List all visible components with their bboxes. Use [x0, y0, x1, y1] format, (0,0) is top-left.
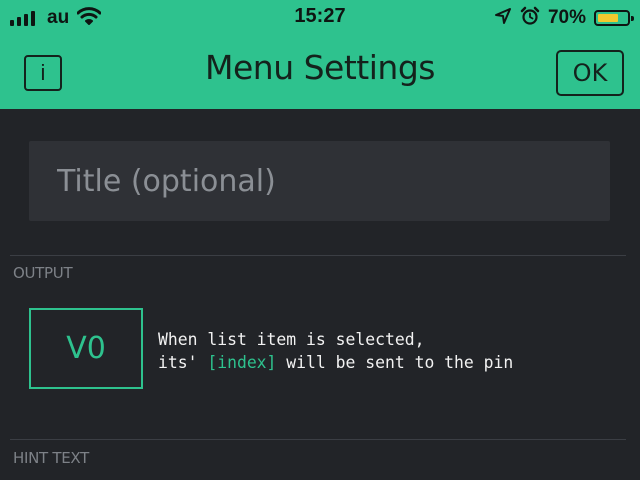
battery-icon	[594, 10, 634, 26]
status-bar: au 15:27 70%	[0, 0, 640, 36]
location-arrow-icon	[494, 7, 512, 29]
title-input[interactable]	[29, 141, 610, 221]
hint-text-section-label: HINT TEXT	[13, 449, 89, 467]
output-description-line2-prefix: its'	[158, 353, 208, 372]
divider	[10, 255, 626, 256]
status-bar-right: 70%	[494, 6, 634, 30]
output-description-line1: When list item is selected,	[158, 330, 425, 349]
pin-select-button[interactable]: V0	[29, 308, 143, 389]
alarm-clock-icon	[520, 6, 540, 30]
output-description: When list item is selected, its' [index]…	[158, 328, 513, 374]
battery-cap	[631, 16, 634, 21]
page-title: Menu Settings	[205, 48, 435, 87]
battery-level-fill	[598, 14, 618, 22]
app-header: i Menu Settings OK	[0, 36, 640, 109]
ok-button[interactable]: OK	[556, 50, 624, 96]
battery-percent: 70%	[547, 7, 586, 28]
index-token: [index]	[207, 353, 277, 372]
divider	[10, 439, 626, 440]
output-section-label: OUTPUT	[13, 264, 73, 282]
output-description-line2-suffix: will be sent to the pin	[276, 353, 514, 372]
